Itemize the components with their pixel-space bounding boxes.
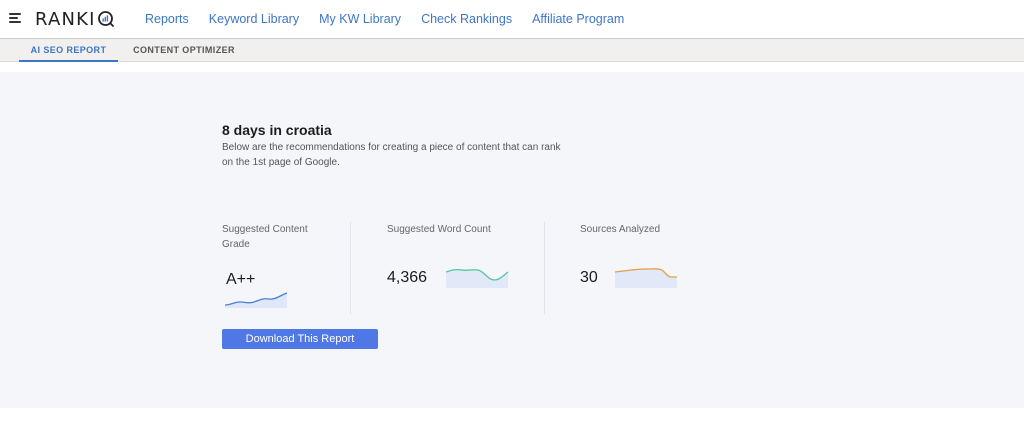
nav-link-my-kw-library[interactable]: My KW Library	[319, 12, 401, 26]
metric-content-grade: Suggested Content Grade	[222, 222, 332, 252]
menu-icon[interactable]	[9, 13, 21, 23]
download-report-button[interactable]: Download This Report	[222, 329, 378, 349]
metric-sources-analyzed: Sources Analyzed	[580, 222, 690, 237]
sub-tabs: AI SEO REPORT CONTENT OPTIMIZER	[0, 38, 1024, 62]
tab-content-optimizer[interactable]: CONTENT OPTIMIZER	[122, 39, 246, 62]
sparkline-content-grade	[225, 292, 288, 308]
nav-link-reports[interactable]: Reports	[145, 12, 189, 26]
nav-links: Reports Keyword Library My KW Library Ch…	[145, 0, 644, 38]
rankiq-logo[interactable]: RANKI	[35, 8, 115, 30]
metric-divider	[350, 222, 351, 314]
metric-label: Suggested Word Count	[387, 224, 491, 235]
nav-link-check-rankings[interactable]: Check Rankings	[421, 12, 512, 26]
metric-label: Sources Analyzed	[580, 224, 661, 235]
nav-link-keyword-library[interactable]: Keyword Library	[209, 12, 299, 26]
nav-link-affiliate-program[interactable]: Affiliate Program	[532, 12, 624, 26]
metric-value-grade: A++	[226, 271, 256, 288]
report-description: Below are the recommendations for creati…	[222, 142, 561, 168]
tab-ai-seo-report[interactable]: AI SEO REPORT	[19, 39, 118, 62]
metric-value-word-count: 4,366	[387, 269, 428, 286]
report-title: 8 days in croatia	[222, 122, 332, 138]
metric-label: Suggested Content Grade	[222, 224, 308, 250]
metric-value-sources: 30	[580, 269, 598, 286]
metric-divider	[544, 222, 545, 314]
metric-word-count: Suggested Word Count	[387, 222, 497, 237]
logo-text: RANKI	[35, 8, 96, 30]
report-panel: 8 days in croatia Below are the recommen…	[0, 72, 1024, 408]
sparkline-word-count	[446, 268, 509, 288]
top-nav: RANKI Reports Keyword Library My KW Libr…	[0, 0, 1024, 38]
logo-q-icon	[97, 11, 114, 28]
sparkline-sources-analyzed	[615, 268, 677, 288]
